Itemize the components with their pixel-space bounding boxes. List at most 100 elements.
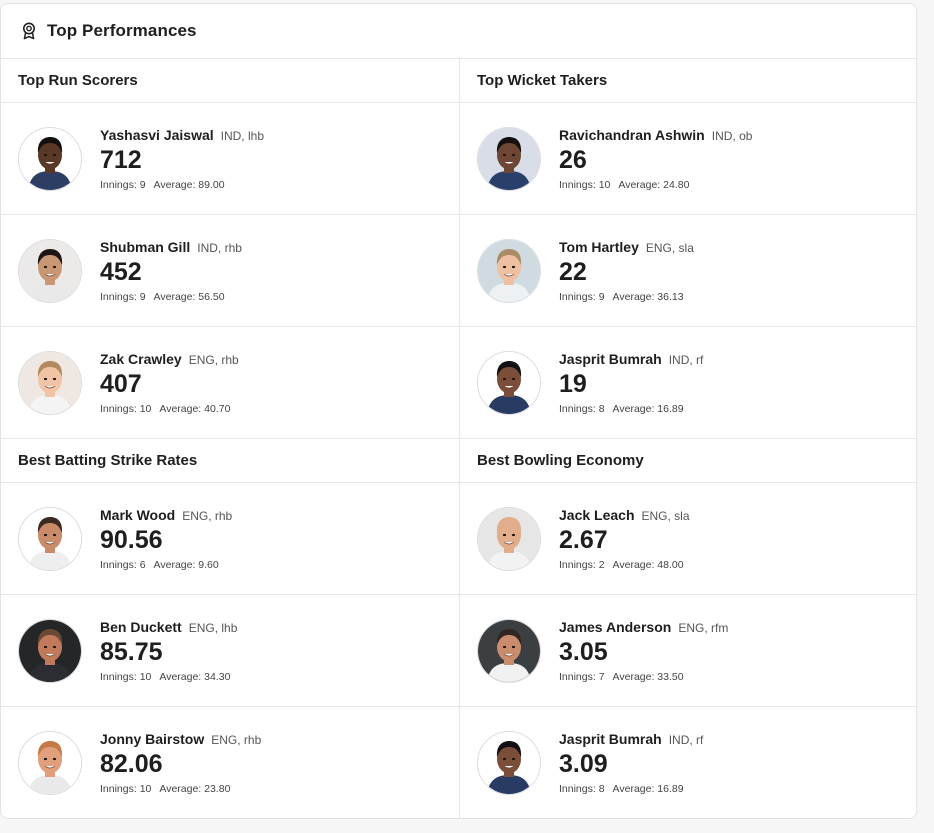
average-stat: Average: 33.50 bbox=[612, 670, 684, 683]
stat-value: 85.75 bbox=[100, 637, 163, 666]
innings-stat: Innings: 7 bbox=[559, 670, 605, 683]
top-performances-card: Top Performances Top Run Scorers Yashasvi… bbox=[0, 3, 917, 819]
player-name-link[interactable]: Shubman Gill bbox=[100, 239, 190, 255]
innings-stat: Innings: 9 bbox=[100, 178, 146, 191]
innings-stat: Innings: 8 bbox=[559, 783, 605, 795]
section-best-bowling-economy: Best Bowling Economy Jack Leach ENG, sla 2.… bbox=[460, 439, 916, 818]
average-stat: Average: 89.00 bbox=[153, 178, 225, 191]
stat-value: 19 bbox=[559, 369, 587, 398]
player-name-link[interactable]: James Anderson bbox=[559, 619, 671, 635]
player-row-tom-hartley[interactable]: Tom Hartley ENG, sla 22 Innings: 9 Average: … bbox=[460, 215, 916, 327]
average-stat: Average: 24.80 bbox=[618, 178, 690, 191]
player-name-link[interactable]: Jasprit Bumrah bbox=[559, 731, 662, 747]
innings-stat: Innings: 2 bbox=[559, 558, 605, 571]
player-name-line: Tom Hartley ENG, sla bbox=[559, 239, 694, 255]
player-name-line: Jack Leach ENG, sla bbox=[559, 507, 690, 523]
player-name-line: Ravichandran Ashwin IND, ob bbox=[559, 127, 752, 143]
player-avatar[interactable] bbox=[477, 350, 541, 415]
stat-value: 712 bbox=[100, 145, 142, 174]
player-info: Jasprit Bumrah IND, rf 19 Innings: 8 Average… bbox=[559, 351, 703, 415]
player-stats: Innings: 10 Average: 34.30 bbox=[100, 671, 237, 683]
stat-value: 2.67 bbox=[559, 525, 608, 554]
player-stats: Innings: 7 Average: 33.50 bbox=[559, 671, 728, 683]
player-row-jasprit-bumrah[interactable]: Jasprit Bumrah IND, rf 3.09 Innings: 8 Avera… bbox=[460, 707, 916, 818]
player-avatar[interactable] bbox=[18, 350, 82, 415]
card-header: Top Performances bbox=[1, 4, 916, 59]
player-row-yashasvi-jaiswal[interactable]: Yashasvi Jaiswal IND, lhb 712 Innings: 9 Ave… bbox=[1, 103, 459, 215]
player-name-link[interactable]: Jack Leach bbox=[559, 507, 635, 523]
player-name-line: Ben Duckett ENG, lhb bbox=[100, 619, 237, 635]
player-avatar[interactable] bbox=[18, 731, 82, 795]
average-stat: Average: 9.60 bbox=[153, 558, 219, 571]
player-stats: Innings: 10 Average: 24.80 bbox=[559, 179, 752, 191]
innings-stat: Innings: 10 bbox=[100, 670, 152, 683]
section-best-batting-strike-rates: Best Batting Strike Rates Mark Wood ENG, r… bbox=[1, 439, 460, 818]
player-name-line: Jonny Bairstow ENG, rhb bbox=[100, 731, 261, 747]
player-row-jasprit-bumrah[interactable]: Jasprit Bumrah IND, rf 19 Innings: 8 Average… bbox=[460, 327, 916, 439]
player-name-link[interactable]: Jasprit Bumrah bbox=[559, 351, 662, 367]
stat-value: 407 bbox=[100, 369, 142, 398]
innings-stat: Innings: 6 bbox=[100, 558, 146, 571]
player-name-line: Jasprit Bumrah IND, rf bbox=[559, 351, 703, 367]
stat-value: 82.06 bbox=[100, 750, 163, 778]
player-meta: ENG, rhb bbox=[211, 733, 262, 747]
innings-stat: Innings: 10 bbox=[100, 783, 152, 795]
player-avatar[interactable] bbox=[18, 618, 82, 683]
player-meta: IND, rhb bbox=[197, 240, 242, 255]
player-info: Zak Crawley ENG, rhb 407 Innings: 10 Average… bbox=[100, 351, 239, 415]
player-stats: Innings: 9 Average: 56.50 bbox=[100, 291, 242, 303]
player-info: Ben Duckett ENG, lhb 85.75 Innings: 10 Avera… bbox=[100, 619, 237, 683]
player-row-jonny-bairstow[interactable]: Jonny Bairstow ENG, rhb 82.06 Innings: 10 Av… bbox=[1, 707, 459, 818]
player-avatar[interactable] bbox=[18, 506, 82, 571]
player-row-jack-leach[interactable]: Jack Leach ENG, sla 2.67 Innings: 2 Average:… bbox=[460, 483, 916, 595]
player-avatar[interactable] bbox=[477, 618, 541, 683]
innings-stat: Innings: 10 bbox=[100, 402, 152, 415]
player-row-james-anderson[interactable]: James Anderson ENG, rfm 3.05 Innings: 7 Aver… bbox=[460, 595, 916, 707]
section-top-wicket-takers: Top Wicket Takers Ravichandran Ashwin IND,… bbox=[460, 59, 916, 439]
player-name-link[interactable]: Jonny Bairstow bbox=[100, 731, 204, 747]
player-meta: ENG, lhb bbox=[188, 620, 238, 635]
stat-value: 3.05 bbox=[559, 637, 608, 666]
player-row-zak-crawley[interactable]: Zak Crawley ENG, rhb 407 Innings: 10 Average… bbox=[1, 327, 459, 439]
player-name-link[interactable]: Ravichandran Ashwin bbox=[559, 127, 705, 143]
player-name-link[interactable]: Tom Hartley bbox=[559, 239, 639, 255]
player-avatar[interactable] bbox=[477, 731, 541, 795]
card-title: Top Performances bbox=[47, 21, 197, 40]
player-info: Jasprit Bumrah IND, rf 3.09 Innings: 8 Avera… bbox=[559, 731, 703, 795]
player-info: Jack Leach ENG, sla 2.67 Innings: 2 Average:… bbox=[559, 507, 690, 571]
player-name-link[interactable]: Zak Crawley bbox=[100, 351, 182, 367]
player-name-link[interactable]: Yashasvi Jaiswal bbox=[100, 127, 214, 143]
average-stat: Average: 16.89 bbox=[612, 783, 684, 795]
average-stat: Average: 36.13 bbox=[612, 290, 684, 303]
player-name-link[interactable]: Mark Wood bbox=[100, 507, 175, 523]
innings-stat: Innings: 9 bbox=[100, 290, 146, 303]
player-row-ravichandran-ashwin[interactable]: Ravichandran Ashwin IND, ob 26 Innings: 10 A… bbox=[460, 103, 916, 215]
average-stat: Average: 40.70 bbox=[159, 402, 231, 415]
player-avatar[interactable] bbox=[477, 126, 541, 191]
player-name-line: Zak Crawley ENG, rhb bbox=[100, 351, 239, 367]
player-meta: ENG, rhb bbox=[188, 352, 239, 367]
player-stats: Innings: 6 Average: 9.60 bbox=[100, 559, 232, 571]
player-row-mark-wood[interactable]: Mark Wood ENG, rhb 90.56 Innings: 6 Average:… bbox=[1, 483, 459, 595]
player-avatar[interactable] bbox=[477, 238, 541, 303]
performance-grid-bottom: Best Batting Strike Rates Mark Wood ENG, r… bbox=[1, 439, 916, 818]
player-row-shubman-gill[interactable]: Shubman Gill IND, rhb 452 Innings: 9 Average… bbox=[1, 215, 459, 327]
stat-value: 22 bbox=[559, 257, 587, 286]
innings-stat: Innings: 10 bbox=[559, 178, 611, 191]
player-avatar[interactable] bbox=[18, 238, 82, 303]
player-stats: Innings: 2 Average: 48.00 bbox=[559, 559, 690, 571]
player-name-line: Jasprit Bumrah IND, rf bbox=[559, 731, 703, 747]
section-top-run-scorers: Top Run Scorers Yashasvi Jaiswal IND, lhb 7… bbox=[1, 59, 460, 439]
section-title: Top Run Scorers bbox=[1, 59, 459, 103]
player-info: Mark Wood ENG, rhb 90.56 Innings: 6 Average:… bbox=[100, 507, 232, 571]
average-stat: Average: 56.50 bbox=[153, 290, 225, 303]
player-row-ben-duckett[interactable]: Ben Duckett ENG, lhb 85.75 Innings: 10 Avera… bbox=[1, 595, 459, 707]
player-avatar[interactable] bbox=[18, 126, 82, 191]
performance-grid-top: Top Run Scorers Yashasvi Jaiswal IND, lhb 7… bbox=[1, 59, 916, 439]
player-info: Yashasvi Jaiswal IND, lhb 712 Innings: 9 Ave… bbox=[100, 127, 264, 191]
player-name-link[interactable]: Ben Duckett bbox=[100, 619, 182, 635]
player-avatar[interactable] bbox=[477, 506, 541, 571]
player-meta: ENG, sla bbox=[641, 508, 690, 523]
player-info: Jonny Bairstow ENG, rhb 82.06 Innings: 10 Av… bbox=[100, 731, 261, 795]
innings-stat: Innings: 9 bbox=[559, 290, 605, 303]
